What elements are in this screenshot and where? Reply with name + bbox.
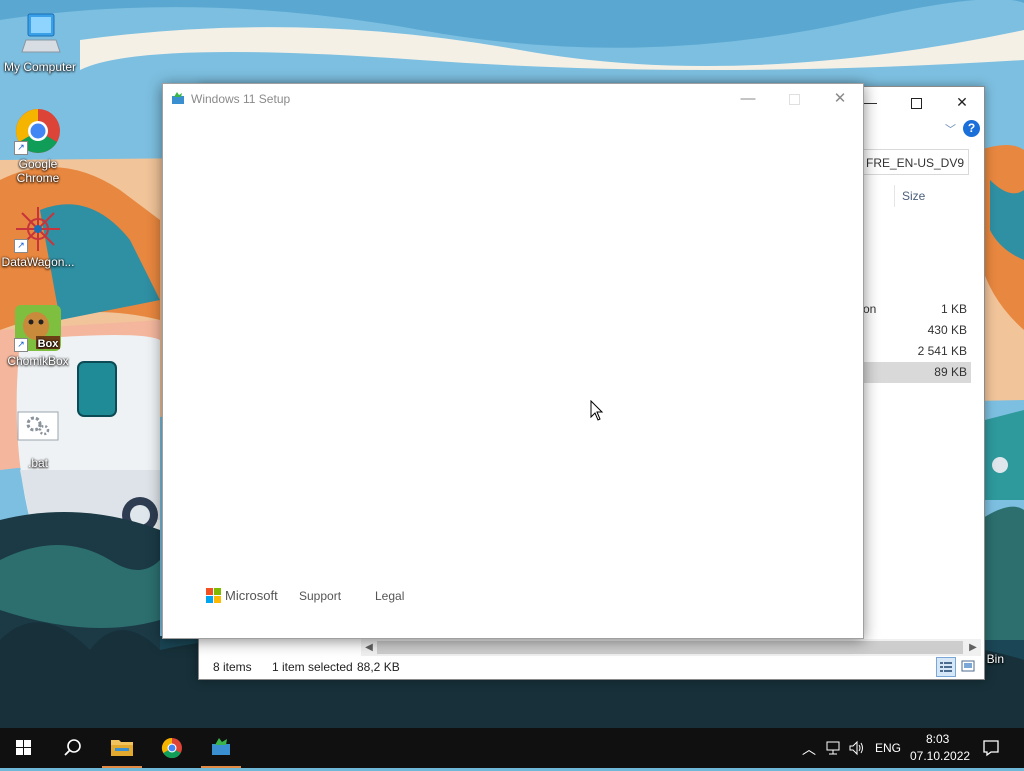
address-bar[interactable]: FRE_EN-US_DV9 bbox=[861, 149, 969, 175]
shortcut-arrow-icon: ↗ bbox=[14, 239, 28, 253]
list-item-size: 430 KB bbox=[927, 323, 967, 337]
desktop-icon-chomikbox[interactable]: Box ↗ ChomikBox bbox=[0, 304, 78, 368]
taskbar-chrome[interactable] bbox=[148, 728, 196, 768]
taskbar-windows-setup[interactable] bbox=[197, 728, 245, 768]
network-icon[interactable] bbox=[824, 740, 842, 756]
desktop-icon-label: Google Chrome bbox=[16, 157, 60, 185]
search-button[interactable] bbox=[48, 728, 96, 768]
close-button[interactable]: ✕ bbox=[939, 87, 985, 117]
shortcut-arrow-icon: ↗ bbox=[14, 141, 28, 155]
list-item-size: 89 KB bbox=[934, 365, 967, 379]
desktop-icon-label: .bat bbox=[27, 456, 48, 470]
batch-file-icon bbox=[14, 406, 62, 454]
scrollbar-thumb[interactable] bbox=[377, 641, 963, 654]
large-icons-view-icon bbox=[961, 660, 975, 672]
list-item[interactable]: 2 541 KB bbox=[861, 341, 971, 362]
setup-app-icon bbox=[212, 738, 230, 755]
microsoft-logo-icon bbox=[206, 588, 221, 603]
setup-app-icon bbox=[172, 92, 184, 104]
window-title: Windows 11 Setup bbox=[191, 92, 291, 106]
desktop-icon-google-chrome[interactable]: ↗ Google Chrome bbox=[0, 107, 78, 185]
datawagon-icon: ↗ bbox=[14, 205, 62, 253]
list-item[interactable]: on 1 KB bbox=[861, 299, 971, 320]
windows-logo-icon bbox=[16, 740, 31, 755]
desktop-icon-datawagon[interactable]: ↗ DataWagon... bbox=[0, 205, 78, 269]
search-icon bbox=[64, 739, 81, 756]
minimize-button[interactable]: — bbox=[725, 84, 771, 114]
mouse-cursor-icon bbox=[590, 400, 604, 421]
list-item-selected[interactable]: 89 KB bbox=[861, 362, 971, 383]
folder-icon bbox=[111, 740, 133, 756]
minimize-icon: — bbox=[740, 90, 756, 107]
list-item-size: 1 KB bbox=[940, 302, 967, 316]
chrome-icon bbox=[161, 737, 182, 759]
clock-time[interactable]: 8:03 bbox=[926, 732, 949, 746]
column-separator[interactable] bbox=[894, 185, 895, 207]
chrome-icon: ↗ bbox=[14, 107, 62, 155]
svg-text:Box: Box bbox=[38, 338, 60, 350]
maximize-button[interactable] bbox=[893, 87, 939, 117]
column-header-size[interactable]: Size bbox=[902, 189, 925, 203]
volume-icon[interactable] bbox=[848, 740, 866, 756]
show-hidden-icons-chevron-icon[interactable]: ︿ bbox=[802, 739, 816, 759]
close-icon: ✕ bbox=[833, 90, 847, 107]
scroll-right-icon[interactable]: ▶ bbox=[965, 639, 981, 656]
microsoft-brand-label: Microsoft bbox=[225, 588, 278, 603]
list-item[interactable]: 430 KB bbox=[861, 320, 971, 341]
details-view-button[interactable] bbox=[936, 657, 956, 677]
ribbon-expand-chevron-icon[interactable]: ﹀ bbox=[945, 121, 956, 137]
list-item-name: on bbox=[863, 302, 877, 316]
desktop-icon-label: DataWagon... bbox=[1, 255, 75, 269]
chomikbox-icon: Box ↗ bbox=[14, 304, 62, 352]
maximize-icon bbox=[788, 93, 800, 105]
windows-setup-window[interactable]: Windows 11 Setup — ✕ Microsoft Support L… bbox=[162, 83, 864, 639]
help-icon[interactable]: ? bbox=[963, 120, 980, 137]
taskbar-file-explorer[interactable] bbox=[98, 728, 146, 768]
details-view-icon bbox=[940, 662, 952, 672]
shortcut-arrow-icon: ↗ bbox=[14, 338, 28, 352]
close-icon: ✕ bbox=[956, 94, 968, 110]
desktop-icon-label: My Computer bbox=[3, 60, 77, 74]
desktop-icon-label: ChomikBox bbox=[7, 354, 69, 368]
status-selection-size: 88,2 KB bbox=[357, 660, 400, 674]
start-button[interactable] bbox=[0, 728, 48, 768]
list-item-size: 2 541 KB bbox=[917, 344, 967, 358]
close-button[interactable]: ✕ bbox=[817, 84, 863, 114]
scroll-left-icon[interactable]: ◀ bbox=[361, 639, 377, 656]
legal-link[interactable]: Legal bbox=[375, 589, 404, 603]
status-bar: 8 items 1 item selected 88,2 KB bbox=[199, 655, 984, 679]
support-link[interactable]: Support bbox=[299, 589, 341, 603]
clock-date[interactable]: 07.10.2022 bbox=[910, 749, 970, 763]
maximize-icon bbox=[910, 97, 922, 109]
notifications-icon[interactable] bbox=[982, 739, 1000, 757]
large-icons-view-button[interactable] bbox=[959, 657, 979, 677]
taskbar: ︿ ENG 8:03 07.10.2022 bbox=[0, 728, 1024, 768]
desktop-icon-bat-file[interactable]: .bat bbox=[0, 406, 78, 470]
status-selection: 1 item selected bbox=[272, 660, 353, 674]
horizontal-scrollbar[interactable]: ◀ ▶ bbox=[361, 639, 981, 656]
input-language-indicator[interactable]: ENG bbox=[875, 741, 901, 755]
minimize-icon: — bbox=[863, 94, 877, 110]
desktop-icon-my-computer[interactable]: My Computer bbox=[0, 10, 80, 74]
computer-icon bbox=[16, 10, 64, 58]
status-item-count: 8 items bbox=[213, 660, 252, 674]
maximize-button bbox=[771, 84, 817, 114]
